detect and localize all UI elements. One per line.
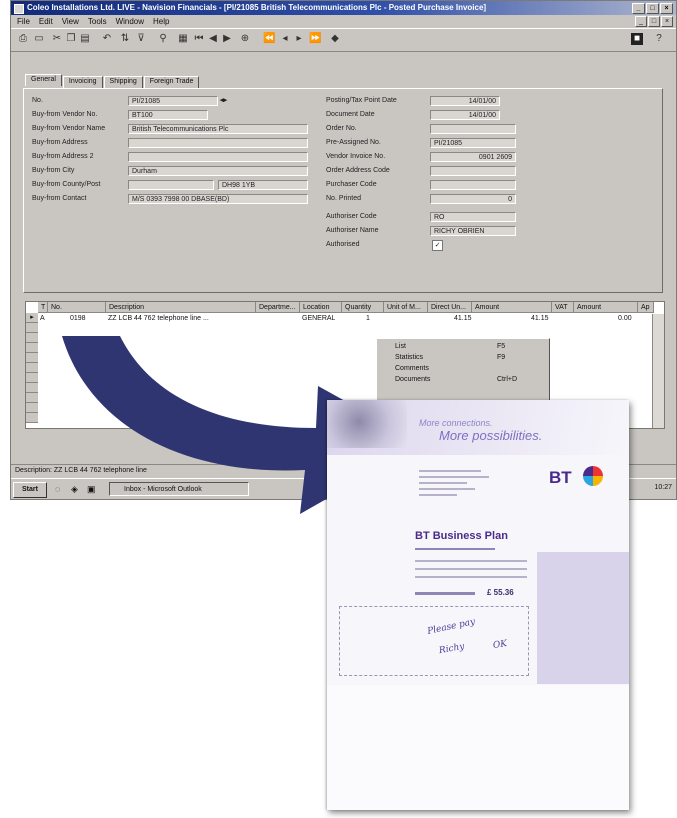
charges-row [415, 576, 527, 578]
document-sidebar [537, 552, 629, 684]
document-tagline-large: More possibilities. [439, 428, 543, 443]
address-line [419, 482, 467, 484]
bt-bill-document: More connections. More possibilities. BT… [327, 400, 629, 810]
bt-logo-text: BT [549, 468, 572, 487]
document-blank-area [327, 685, 629, 810]
bt-globe-icon [583, 466, 603, 486]
address-line [419, 488, 475, 490]
address-line [419, 470, 481, 472]
subheading-line [415, 548, 495, 550]
bt-logo: BT [549, 466, 609, 490]
total-amount: £ 55.36 [487, 588, 514, 597]
address-line [419, 476, 489, 478]
charges-row [415, 568, 527, 570]
handwritten-note: OK [492, 639, 508, 651]
total-label-bar [415, 592, 475, 595]
document-heading: BT Business Plan [415, 530, 508, 542]
document-tagline: More connections. [419, 418, 493, 428]
address-line [419, 494, 457, 496]
banner-photo [327, 400, 407, 448]
charges-row [415, 560, 527, 562]
